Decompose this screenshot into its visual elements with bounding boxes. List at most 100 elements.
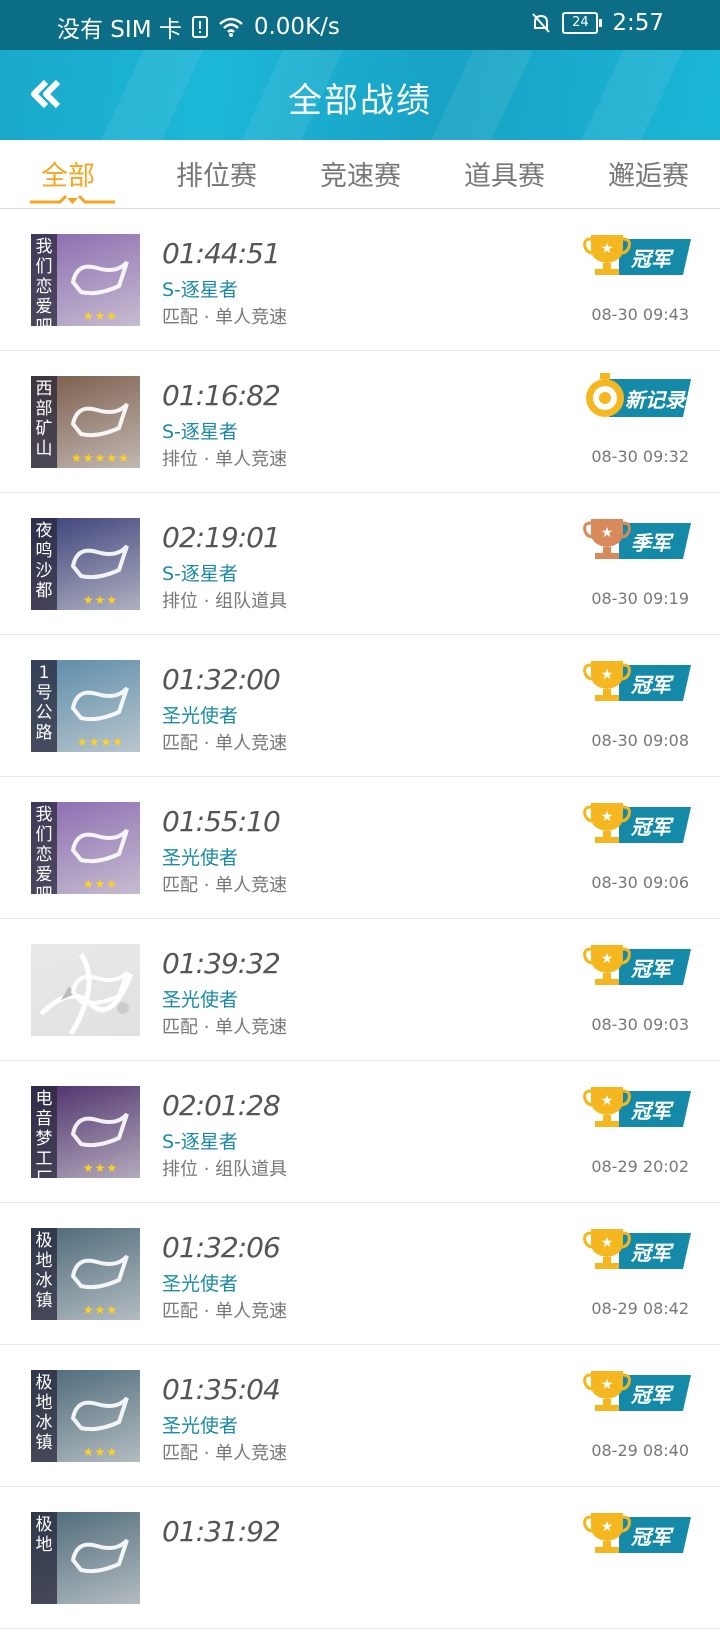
race-time: 01:55:10 [162,805,281,838]
track-outline-icon [70,1396,129,1432]
clock: 2:57 [612,10,664,36]
star-rating: ★★★★★ [71,451,130,465]
race-date: 08-29 08:40 [591,1441,689,1460]
svg-text:★: ★ [601,525,614,541]
svg-text:★: ★ [601,667,614,683]
tab-active-indicator [30,194,115,204]
badge-text: 冠军 [630,673,674,697]
sim-icon [191,16,208,38]
record-row[interactable]: 电音梦工厂 ★★★ 02:01:28 S-逐星者 排位 · 组队道具 08-29… [0,1061,720,1203]
svg-text:★: ★ [601,1519,614,1535]
track-thumbnail [31,944,140,1036]
champion-trophy-icon: ★ 冠军 [583,661,691,701]
race-time: 01:32:00 [162,663,281,696]
race-time: 01:32:06 [162,1231,281,1264]
race-time: 02:01:28 [162,1089,281,1122]
status-left: 没有 SIM 卡 0.00K/s [57,10,340,44]
record-row[interactable]: 西部矿山 ★★★★★ 01:16:82 S-逐星者 排位 · 单人竞速 08-3… [0,351,720,493]
race-mode: 排位 · 组队道具 [162,1159,288,1180]
race-date: 08-30 09:08 [591,731,689,750]
star-rating: ★★★ [82,1161,119,1175]
track-thumbnail: 夜鸣沙都 ★★★ [31,518,140,610]
car-name: 圣光使者 [162,1273,239,1295]
track-name: 电音梦工厂 [31,1086,57,1178]
champion-trophy-icon: ★ 冠军 [583,1513,691,1553]
champion-trophy-icon: ★ 冠军 [583,1229,691,1269]
svg-text:★: ★ [601,1235,614,1251]
car-name: S-逐星者 [162,279,238,301]
badge-text: 季军 [631,531,674,555]
track-name: 我们恋爱吧 [31,802,57,894]
svg-text:★: ★ [601,241,614,257]
tab-encounter[interactable]: 邂逅赛 [608,154,689,193]
svg-text:★: ★ [601,951,614,967]
tab-bar: 全部 排位赛 竞速赛 道具赛 邂逅赛 [0,140,720,209]
carrier-text: 没有 SIM 卡 [57,17,182,43]
tab-item[interactable]: 道具赛 [464,154,545,193]
race-date: 08-29 20:02 [591,1157,689,1176]
record-row[interactable]: 我们恋爱吧 ★★★ 01:55:10 圣光使者 匹配 · 单人竞速 08-30 … [0,777,720,919]
race-mode: 匹配 · 单人竞速 [162,733,288,754]
track-outline-icon [70,970,129,1006]
race-time: 01:44:51 [162,237,281,270]
star-rating: ★★★★ [76,735,125,749]
star-rating: ★★★ [82,877,119,891]
track-name: 夜鸣沙都 [31,518,57,610]
race-date: 08-30 09:06 [591,873,689,892]
badge-text: 冠军 [630,1525,674,1549]
badge-text: 新记录 [625,388,687,412]
race-date: 08-30 09:32 [591,447,689,466]
track-outline-icon [70,686,129,722]
race-time: 01:35:04 [162,1373,281,1406]
track-outline-icon [70,1538,129,1574]
tab-ranked[interactable]: 排位赛 [176,154,257,193]
track-thumbnail: 我们恋爱吧 ★★★ [31,802,140,894]
star-rating: ★★★ [82,309,119,323]
race-time: 02:19:01 [162,521,281,554]
race-mode: 匹配 · 单人竞速 [162,1443,288,1464]
car-name: 圣光使者 [162,847,239,869]
record-row[interactable]: 01:39:32 圣光使者 匹配 · 单人竞速 08-30 09:03 ★ 冠军 [0,919,720,1061]
champion-trophy-icon: ★ 冠军 [583,1371,691,1411]
badge-text: 冠军 [630,1241,674,1265]
badge-text: 冠军 [630,1383,674,1407]
track-outline-icon [70,544,129,580]
tab-all[interactable]: 全部 [41,154,95,193]
svg-text:★: ★ [601,1093,614,1109]
race-time: 01:16:82 [162,379,281,412]
svg-text:★: ★ [601,809,614,825]
track-thumbnail: 西部矿山 ★★★★★ [31,376,140,468]
tab-speed[interactable]: 竞速赛 [320,154,401,193]
record-row[interactable]: 极地冰镇 ★★★ 01:32:06 圣光使者 匹配 · 单人竞速 08-29 0… [0,1203,720,1345]
record-row[interactable]: 我们恋爱吧 ★★★ 01:44:51 S-逐星者 匹配 · 单人竞速 08-30… [0,209,720,351]
app-header: 全部战绩 [0,50,720,140]
track-thumbnail: 极地冰镇 ★★★ [31,1228,140,1320]
record-row[interactable]: 1号公路 ★★★★ 01:32:00 圣光使者 匹配 · 单人竞速 08-30 … [0,635,720,777]
record-row[interactable]: 极地冰镇 ★★★ 01:35:04 圣光使者 匹配 · 单人竞速 08-29 0… [0,1345,720,1487]
car-name: 圣光使者 [162,1415,239,1437]
race-date: 08-30 09:19 [591,589,689,608]
track-thumbnail: 我们恋爱吧 ★★★ [31,234,140,326]
track-outline-icon [70,828,129,864]
race-date: 08-29 08:42 [591,1299,689,1318]
track-name: 极地冰镇 [31,1370,57,1462]
race-mode: 排位 · 单人竞速 [162,449,288,470]
track-outline-icon [70,1254,129,1290]
race-date: 08-30 09:03 [591,1015,689,1034]
track-thumbnail: 极地冰镇 ★★★ [31,1370,140,1462]
champion-trophy-icon: ★ 冠军 [583,1087,691,1127]
race-mode: 匹配 · 单人竞速 [162,1017,288,1038]
badge-text: 冠军 [630,957,674,981]
status-bar: 没有 SIM 卡 0.00K/s 24 2:57 [0,0,720,50]
race-mode: 匹配 · 单人竞速 [162,307,288,328]
record-row[interactable]: 极地 01:31:92 ★ 冠军 [0,1487,720,1629]
badge-text: 冠军 [630,247,674,271]
track-outline-icon [70,260,129,296]
track-thumbnail: 极地 [31,1512,140,1604]
car-name: S-逐星者 [162,563,238,585]
record-row[interactable]: 夜鸣沙都 ★★★ 02:19:01 S-逐星者 排位 · 组队道具 08-30 … [0,493,720,635]
track-name: 我们恋爱吧 [31,234,57,326]
track-thumbnail: 1号公路 ★★★★ [31,660,140,752]
new-record-badge-icon: 新记录 [586,373,691,417]
car-name: 圣光使者 [162,989,239,1011]
